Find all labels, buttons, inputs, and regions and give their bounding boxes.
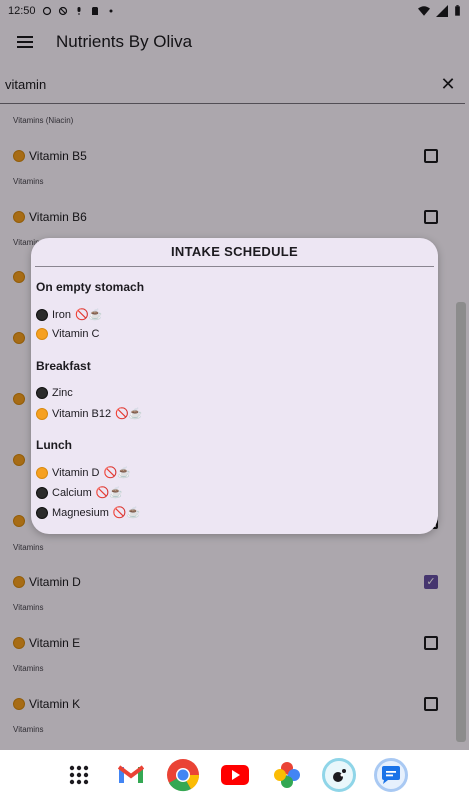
orange-dot-icon: [36, 328, 48, 340]
schedule-item: Iron 🚫☕: [36, 308, 102, 321]
gmail-icon[interactable]: [114, 758, 148, 792]
chrome-icon[interactable]: [166, 758, 200, 792]
dialog-title: INTAKE SCHEDULE: [170, 244, 299, 259]
orange-dot-icon: [36, 466, 48, 479]
schedule-item: Vitamin B12 🚫☕: [36, 407, 143, 420]
no-coffee-icon: 🚫☕: [95, 487, 124, 499]
schedule-item: Vitamin C: [36, 328, 99, 340]
app-drawer-icon[interactable]: [62, 758, 96, 792]
no-coffee-icon: 🚫☕: [115, 408, 143, 420]
schedule-item-name: Calcium: [52, 486, 92, 499]
black-dot-icon: [36, 387, 48, 399]
no-coffee-icon: 🚫☕: [103, 467, 131, 479]
schedule-item-name: Magnesium: [52, 506, 109, 519]
black-dot-icon: [36, 506, 48, 519]
no-coffee-icon: 🚫☕: [74, 309, 103, 321]
schedule-item: Magnesium 🚫☕: [36, 506, 140, 519]
section-heading: Lunch: [36, 438, 72, 452]
intake-schedule-dialog: INTAKE SCHEDULE On empty stomach Iron 🚫☕…: [31, 238, 438, 534]
schedule-item-name: Vitamin B12: [52, 407, 112, 420]
section-heading: Breakfast: [36, 359, 91, 373]
schedule-item: Vitamin D 🚫☕: [36, 466, 131, 479]
section-heading: On empty stomach: [36, 280, 145, 294]
orange-dot-icon: [36, 407, 48, 420]
schedule-item: Calcium 🚫☕: [36, 486, 123, 499]
schedule-item-name: Vitamin C: [52, 328, 100, 340]
schedule-item: Zinc: [36, 387, 73, 399]
messages-icon[interactable]: [373, 758, 408, 792]
photos-icon[interactable]: [270, 758, 304, 792]
black-dot-icon: [36, 486, 48, 499]
divider: [35, 266, 434, 267]
no-coffee-icon: 🚫☕: [112, 507, 141, 519]
schedule-item-name: Vitamin D: [52, 466, 100, 479]
app-dock: [0, 750, 469, 800]
assistant-icon[interactable]: [321, 758, 356, 792]
black-dot-icon: [36, 308, 48, 321]
youtube-icon[interactable]: [218, 758, 252, 792]
schedule-item-name: Zinc: [52, 387, 73, 399]
schedule-item-name: Iron: [52, 308, 71, 321]
